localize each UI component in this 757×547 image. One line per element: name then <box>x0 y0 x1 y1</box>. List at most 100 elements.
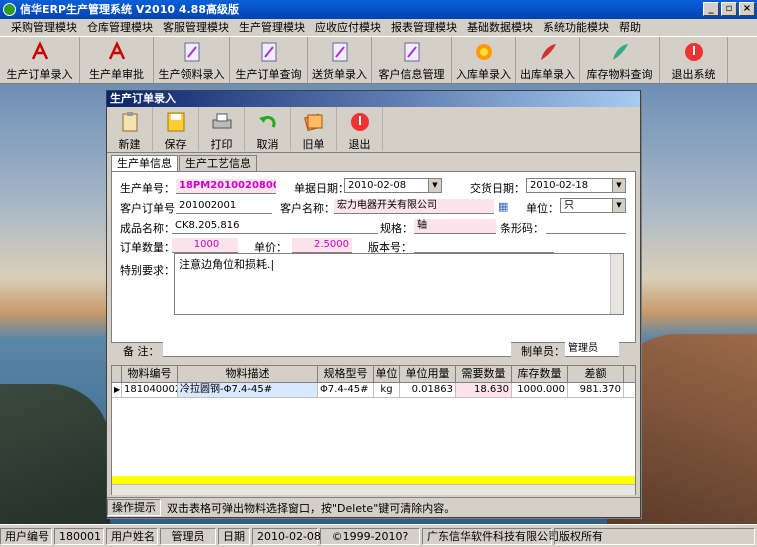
toolbar-material-issue-button[interactable]: 生产领料录入 <box>154 37 230 83</box>
price-field[interactable]: 2.5000 <box>292 238 352 253</box>
flower-icon <box>472 40 496 64</box>
toolbar-customer-button[interactable]: 客户信息管理 <box>372 37 452 83</box>
col-material-desc[interactable]: 物料描述 <box>178 366 318 382</box>
toolbar-delivery-entry-button[interactable]: 送货单录入 <box>308 37 372 83</box>
col-material-code[interactable]: 物料编号 <box>122 366 178 382</box>
toolbar-order-query-button[interactable]: 生产订单查询 <box>230 37 308 83</box>
col-required-qty[interactable]: 需要数量 <box>456 366 512 382</box>
pdf-icon <box>105 40 129 64</box>
col-spec[interactable]: 规格型号 <box>318 366 374 382</box>
minimize-button[interactable]: _ <box>703 2 719 16</box>
toolbar-stock-out-button[interactable]: 出库单录入 <box>516 37 580 83</box>
maker-field[interactable]: 管理员 <box>565 342 619 357</box>
hint-bar: 操作提示 双击表格可弹出物料选择窗口，按"Delete"键可清除内容。 <box>107 497 640 517</box>
menu-service[interactable]: 客服管理模块 <box>158 19 234 36</box>
date-value: 2010-02-08 <box>252 527 321 545</box>
toolbar-approve-button[interactable]: 生产单审批 <box>80 37 154 83</box>
exit-icon <box>682 40 706 64</box>
save-button[interactable]: 保存 <box>153 107 199 151</box>
cust-order-field[interactable]: 201002001 <box>176 199 272 214</box>
window-titlebar: 信华ERP生产管理系统 V2010 4.88高级版 _ ▫ × <box>0 0 757 19</box>
col-unit-usage[interactable]: 单位用量 <box>400 366 456 382</box>
tab-order-info[interactable]: 生产单信息 <box>111 155 178 171</box>
tab-process-info[interactable]: 生产工艺信息 <box>179 155 257 171</box>
menu-help[interactable]: 帮助 <box>614 19 646 36</box>
exit-icon <box>348 110 372 134</box>
old-order-button[interactable]: 旧单 <box>291 107 337 151</box>
table-row[interactable]: ▶ 1810400020 冷拉圆钢-Φ7.4-45# Φ7.4-45# kg 0… <box>112 383 635 398</box>
product-label: 成品名称： <box>120 222 175 235</box>
delivery-date-picker[interactable]: 2010-02-18 ▼ <box>526 178 626 193</box>
order-no-label: 生产单号： <box>120 182 175 195</box>
child-window-title: 生产订单录入 <box>107 91 640 107</box>
user-name-label: 用户姓名 <box>106 527 158 545</box>
version-field[interactable] <box>414 238 554 253</box>
close-button[interactable]: × <box>739 2 755 16</box>
restore-button[interactable]: ▫ <box>721 2 737 16</box>
qty-field[interactable]: 1000 <box>172 238 238 253</box>
chevron-down-icon: ▼ <box>612 199 625 212</box>
menu-finance[interactable]: 应收应付模块 <box>310 19 386 36</box>
feather-icon <box>608 40 632 64</box>
doc-date-label: 单据日期： <box>294 182 349 195</box>
menu-warehouse[interactable]: 仓库管理模块 <box>82 19 158 36</box>
user-name-value: 管理员 <box>160 527 216 545</box>
company: 广东信华软件科技有限公司 <box>422 527 559 545</box>
grid-horizontal-scrollbar[interactable] <box>112 484 635 495</box>
spec-label: 规格： <box>380 222 413 235</box>
memo-scrollbar[interactable] <box>610 254 623 314</box>
new-button[interactable]: 新建 <box>107 107 153 151</box>
document-icon <box>257 40 281 64</box>
maker-label: 制单员： <box>521 345 565 358</box>
stack-icon <box>302 110 326 134</box>
row-pointer-icon: ▶ <box>112 383 122 397</box>
remark-label: 备 注： <box>123 345 160 358</box>
order-entry-window: 生产订单录入 新建 保存 打印 取消 旧单 退出 生产单信息 生产工艺信息 生产… <box>106 90 641 518</box>
print-button[interactable]: 打印 <box>199 107 245 151</box>
qty-label: 订单数量： <box>120 241 175 254</box>
special-requirements-memo[interactable]: 注意边角位和损耗.| <box>174 253 624 315</box>
unit-select[interactable]: 只 ▼ <box>560 198 626 213</box>
spec-field[interactable]: 轴 <box>414 219 496 234</box>
cust-name-field[interactable]: 宏力电器开关有限公司 <box>334 199 494 214</box>
statusbar: 用户编号 180001 用户姓名 管理员 日期 2010-02-08 ©1999… <box>0 524 757 547</box>
quill-icon <box>536 40 560 64</box>
menu-system[interactable]: 系统功能模块 <box>538 19 614 36</box>
undo-icon <box>256 110 280 134</box>
barcode-label: 条形码： <box>500 222 544 235</box>
printer-icon <box>210 110 234 134</box>
toolbar-inventory-query-button[interactable]: 库存物料查询 <box>580 37 660 83</box>
child-toolbar: 新建 保存 打印 取消 旧单 退出 <box>107 107 640 153</box>
order-no-field[interactable]: 18PM20100208001 <box>176 179 276 194</box>
toolbar-order-entry-button[interactable]: 生产订单录入 <box>0 37 80 83</box>
lookup-icon[interactable]: ▦ <box>498 200 508 213</box>
menu-production[interactable]: 生产管理模块 <box>234 19 310 36</box>
background-rock-left <box>0 384 110 524</box>
chevron-down-icon: ▼ <box>612 179 625 192</box>
main-toolbar: 生产订单录入 生产单审批 生产领料录入 生产订单查询 送货单录入 客户信息管理 … <box>0 36 757 84</box>
document-icon <box>400 40 424 64</box>
toolbar-exit-button[interactable]: 退出系统 <box>660 37 728 83</box>
grid-footer-bar <box>112 476 635 484</box>
rights: 版权所有 <box>554 527 755 545</box>
menu-purchase[interactable]: 采购管理模块 <box>6 19 82 36</box>
clipboard-icon <box>118 110 142 134</box>
app-icon <box>3 3 16 16</box>
cust-name-label: 客户名称： <box>280 202 335 215</box>
remark-field[interactable] <box>163 342 511 357</box>
menu-basedata[interactable]: 基础数据模块 <box>462 19 538 36</box>
col-stock-qty[interactable]: 库存数量 <box>512 366 568 382</box>
col-unit[interactable]: 单位 <box>374 366 400 382</box>
menubar: 采购管理模块 仓库管理模块 客服管理模块 生产管理模块 应收应付模块 报表管理模… <box>0 19 757 36</box>
date-label: 日期 <box>218 527 250 545</box>
barcode-field[interactable] <box>546 219 626 234</box>
material-grid: 物料编号 物料描述 规格型号 单位 单位用量 需要数量 库存数量 差额 ▶ 18… <box>111 365 636 495</box>
cancel-button[interactable]: 取消 <box>245 107 291 151</box>
product-field[interactable]: CK8.205.816 <box>172 219 378 234</box>
menu-reports[interactable]: 报表管理模块 <box>386 19 462 36</box>
doc-date-picker[interactable]: 2010-02-08 ▼ <box>344 178 442 193</box>
exit-button[interactable]: 退出 <box>337 107 383 151</box>
cust-order-label: 客户订单号 <box>120 202 175 215</box>
col-difference[interactable]: 差额 <box>568 366 624 382</box>
toolbar-stock-in-button[interactable]: 入库单录入 <box>452 37 516 83</box>
